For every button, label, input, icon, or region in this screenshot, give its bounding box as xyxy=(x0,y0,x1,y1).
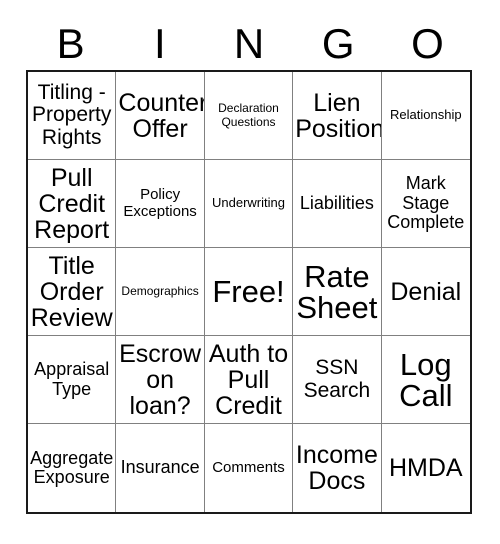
bingo-cell-free-space[interactable]: Free! xyxy=(204,248,294,336)
bingo-cell-label: HMDA xyxy=(388,454,463,482)
bingo-cell[interactable]: Comments xyxy=(204,424,294,512)
bingo-cell[interactable]: Liabilities xyxy=(293,160,382,248)
bingo-cell-label: Auth to Pull Credit xyxy=(208,339,289,420)
bingo-card: B I N G O Titling - Property Rights Count… xyxy=(0,0,500,544)
free-space-label: Free! xyxy=(212,274,285,309)
header-letter-b: B xyxy=(56,20,85,67)
bingo-cell[interactable]: Policy Exceptions xyxy=(116,160,205,248)
bingo-cell[interactable]: Declaration Questions xyxy=(204,72,294,160)
bingo-cell[interactable]: Counter Offer xyxy=(116,72,205,160)
bingo-cell-label: Mark Stage Complete xyxy=(387,173,465,233)
bingo-cell[interactable]: Lien Position xyxy=(293,72,382,160)
bingo-cell[interactable]: Title Order Review xyxy=(28,248,117,336)
bingo-cell[interactable]: SSN Search xyxy=(293,336,382,424)
bingo-cell[interactable]: Insurance xyxy=(116,424,205,512)
bingo-cell[interactable]: Escrow on loan? xyxy=(116,336,205,424)
bingo-cell-label: Relationship xyxy=(390,107,462,123)
bingo-header-row: B I N G O xyxy=(26,18,472,70)
bingo-cell[interactable]: Mark Stage Complete xyxy=(381,160,470,248)
bingo-cell-label: Lien Position xyxy=(295,88,382,143)
bingo-cell[interactable]: Auth to Pull Credit xyxy=(204,336,294,424)
bingo-cell-label: Escrow on loan? xyxy=(119,339,202,420)
bingo-cell[interactable]: Relationship xyxy=(381,72,470,160)
bingo-cell-label: SSN Search xyxy=(303,356,371,402)
bingo-cell-label: Appraisal Type xyxy=(34,359,110,399)
bingo-cell[interactable]: Log Call xyxy=(381,336,470,424)
bingo-cell-label: Comments xyxy=(212,458,285,476)
header-letter-i: I xyxy=(153,20,166,67)
bingo-cell[interactable]: HMDA xyxy=(381,424,470,512)
bingo-cell[interactable]: Pull Credit Report xyxy=(28,160,117,248)
bingo-cell-label: Counter Offer xyxy=(118,88,205,143)
bingo-cell[interactable]: Denial xyxy=(381,248,470,336)
bingo-cell[interactable]: Income Docs xyxy=(293,424,382,512)
bingo-cell-label: Title Order Review xyxy=(30,251,113,332)
bingo-cell-label: Log Call xyxy=(399,346,453,413)
bingo-cell-label: Insurance xyxy=(120,457,200,478)
header-letter-n: N xyxy=(233,20,265,67)
bingo-cell[interactable]: Demographics xyxy=(116,248,205,336)
bingo-cell[interactable]: Aggregate Exposure xyxy=(28,424,117,512)
bingo-cell[interactable]: Titling - Property Rights xyxy=(28,72,117,160)
header-letter-g: G xyxy=(321,20,355,67)
bingo-cell-label: Declaration Questions xyxy=(218,100,279,129)
header-letter-o: O xyxy=(411,20,444,67)
bingo-cell-label: Liabilities xyxy=(299,192,374,213)
bingo-cell[interactable]: Rate Sheet xyxy=(293,248,382,336)
bingo-cell-label: Underwriting xyxy=(212,195,285,211)
bingo-grid: Titling - Property Rights Counter Offer De… xyxy=(26,70,472,514)
bingo-cell[interactable]: Underwriting xyxy=(204,160,294,248)
bingo-cell-label: Demographics xyxy=(121,283,199,298)
bingo-cell-label: Pull Credit Report xyxy=(34,163,110,244)
bingo-cell-label: Income Docs xyxy=(295,441,378,495)
bingo-cell-label: Aggregate Exposure xyxy=(30,447,114,487)
bingo-cell-label: Policy Exceptions xyxy=(123,186,197,220)
bingo-cell-label: Titling - Property Rights xyxy=(32,81,112,149)
bingo-cell-label: Rate Sheet xyxy=(296,258,378,325)
bingo-cell-label: Denial xyxy=(390,277,462,306)
bingo-cell[interactable]: Appraisal Type xyxy=(28,336,117,424)
